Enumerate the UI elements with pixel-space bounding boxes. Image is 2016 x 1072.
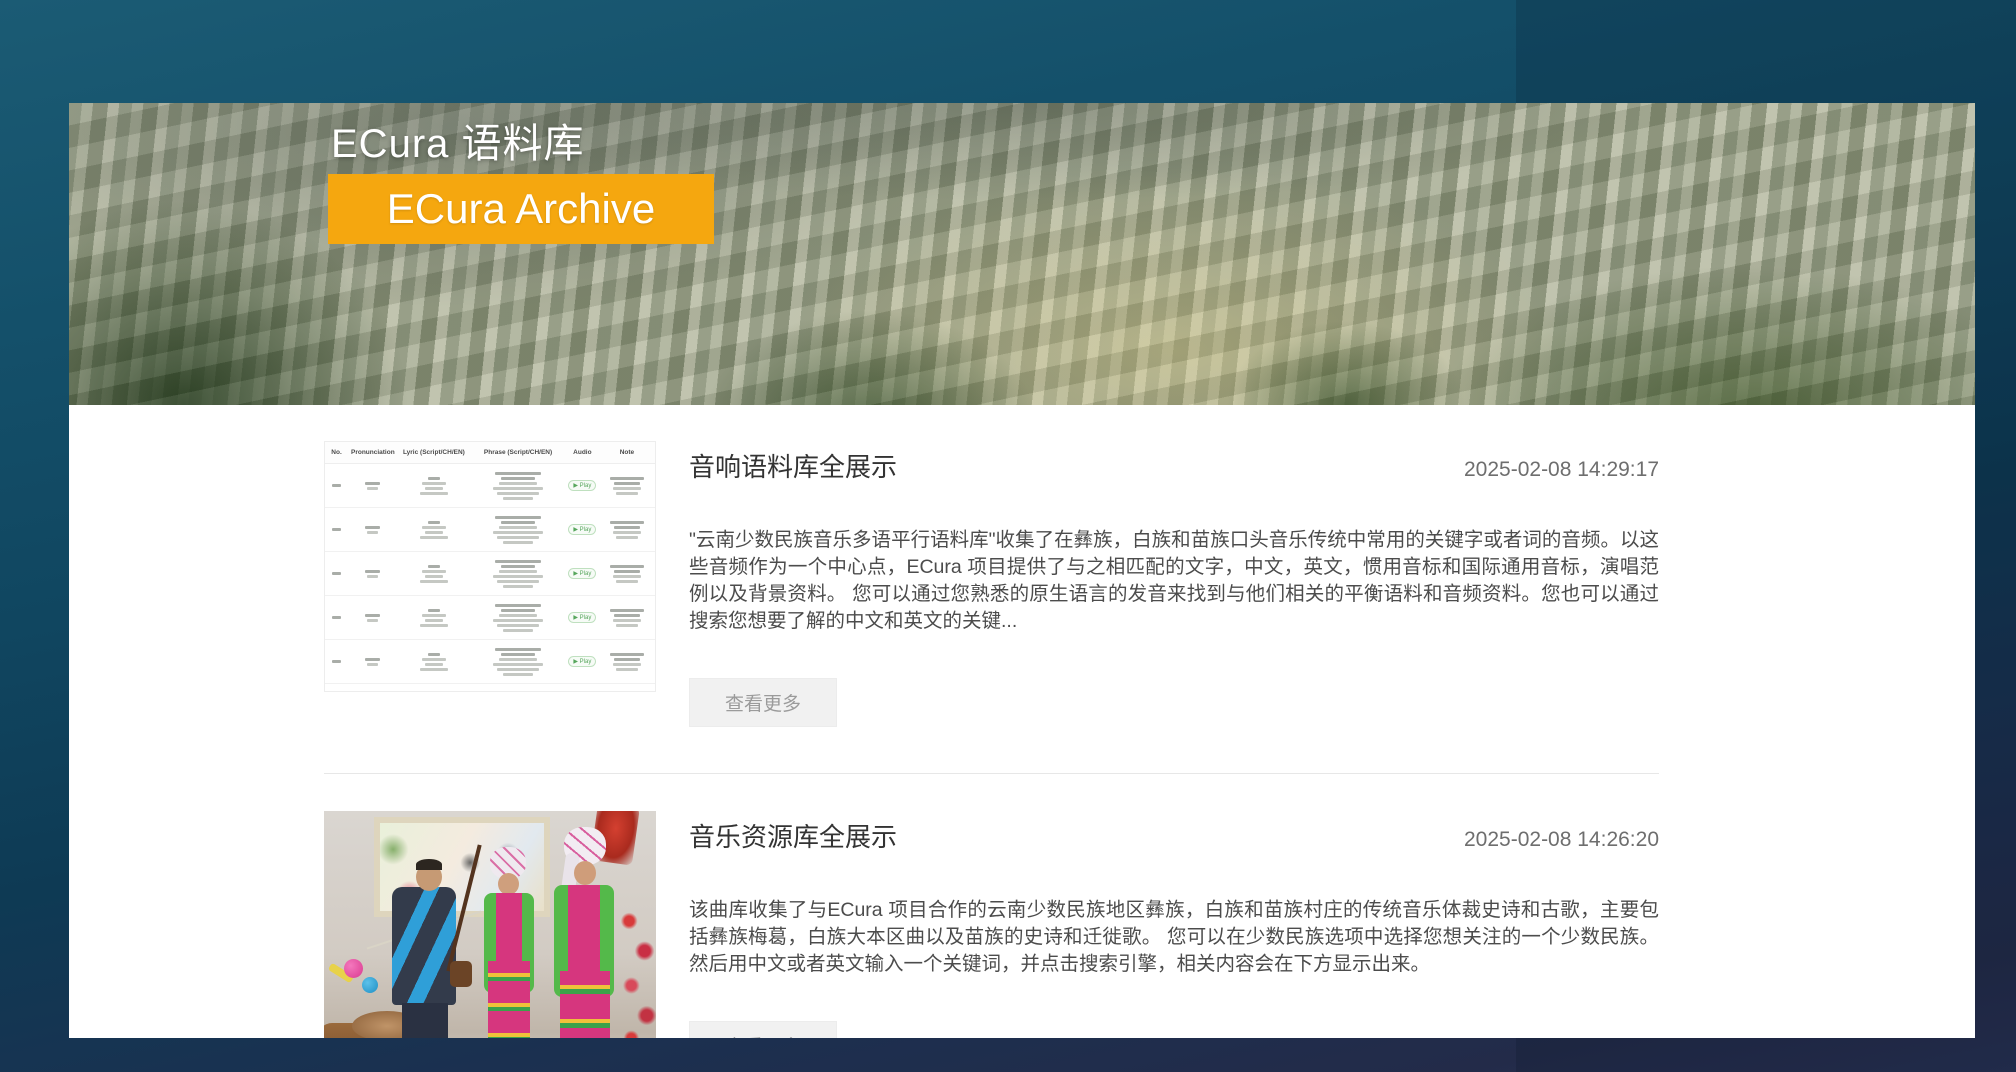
woman2-apron bbox=[560, 971, 610, 1038]
article-text-column: 音乐资源库全展示 2025-02-08 14:26:20 该曲库收集了与ECur… bbox=[689, 811, 1659, 1038]
article-thumbnail-column: No. Pronunciation Lyric (Script/CH/EN) P… bbox=[324, 441, 656, 692]
woman1-face bbox=[498, 873, 519, 895]
table-cell-text-smudge bbox=[398, 519, 471, 541]
play-icon[interactable]: ▶ Play bbox=[568, 656, 596, 667]
play-audio-pill: ▶ Play bbox=[566, 480, 599, 491]
woman2-face bbox=[574, 861, 596, 885]
article-list: No. Pronunciation Lyric (Script/CH/EN) P… bbox=[69, 405, 1659, 1038]
table-cell-text-smudge bbox=[599, 563, 655, 585]
corpus-table-thumbnail[interactable]: No. Pronunciation Lyric (Script/CH/EN) P… bbox=[324, 441, 656, 692]
main-content-card: ECura 语料库 ECura Archive No. Pronunciatio… bbox=[69, 103, 1975, 1038]
play-audio-pill: ▶ Play bbox=[566, 568, 599, 579]
article-title-row: 音响语料库全展示 2025-02-08 14:29:17 bbox=[689, 447, 1659, 484]
table-cell-text-smudge bbox=[599, 651, 655, 673]
corpus-table-row: ▶ Play bbox=[325, 508, 655, 552]
article-title-link[interactable]: 音乐资源库全展示 bbox=[689, 817, 897, 854]
table-cell-text-smudge bbox=[348, 656, 398, 668]
table-cell-text-smudge bbox=[348, 568, 398, 580]
read-more-button[interactable]: 查看更多 bbox=[689, 1021, 837, 1038]
play-audio-pill: ▶ Play bbox=[566, 612, 599, 623]
site-title[interactable]: ECura 语料库 bbox=[331, 111, 585, 169]
article-date: 2025-02-08 14:29:17 bbox=[1464, 458, 1659, 482]
article-divider bbox=[324, 773, 1659, 774]
table-cell-text-smudge bbox=[348, 480, 398, 492]
table-cell-text-smudge bbox=[470, 602, 566, 634]
archive-button[interactable]: ECura Archive bbox=[328, 174, 714, 244]
article-excerpt: "云南少数民族音乐多语平行语料库"收集了在彝族，白族和苗族口头音乐传统中常用的关… bbox=[689, 527, 1659, 635]
col-header-lyric: Lyric (Script/CH/EN) bbox=[398, 442, 471, 463]
article-row-music-library: 音乐资源库全展示 2025-02-08 14:26:20 该曲库收集了与ECur… bbox=[324, 811, 1659, 1038]
table-cell-text-smudge bbox=[470, 470, 566, 502]
table-cell-text-smudge bbox=[398, 651, 471, 673]
table-cell-text-smudge bbox=[398, 475, 471, 497]
table-cell-text-smudge bbox=[325, 658, 348, 665]
man-figure-body bbox=[392, 887, 456, 1005]
blue-pompom bbox=[362, 977, 378, 993]
col-header-no: No. bbox=[325, 442, 348, 463]
table-cell-text-smudge bbox=[398, 563, 471, 585]
table-cell-text-smudge bbox=[348, 524, 398, 536]
man-figure-legs bbox=[402, 1003, 448, 1038]
play-icon[interactable]: ▶ Play bbox=[568, 568, 596, 579]
play-icon[interactable]: ▶ Play bbox=[568, 480, 596, 491]
article-title-link[interactable]: 音响语料库全展示 bbox=[689, 447, 897, 484]
corpus-table-row: ▶ Play bbox=[325, 596, 655, 640]
play-icon[interactable]: ▶ Play bbox=[568, 524, 596, 535]
man-figure-hair bbox=[416, 859, 442, 870]
table-cell-text-smudge bbox=[470, 646, 566, 678]
erhu-instrument-body bbox=[450, 961, 472, 987]
header-banner-terraces-photo: ECura 语料库 ECura Archive bbox=[69, 103, 1975, 405]
article-excerpt: 该曲库收集了与ECura 项目合作的云南少数民族地区彝族，白族和苗族村庄的传统音… bbox=[689, 897, 1659, 978]
play-icon[interactable]: ▶ Play bbox=[568, 612, 596, 623]
table-cell-text-smudge bbox=[470, 558, 566, 590]
musicians-photo-thumbnail[interactable] bbox=[324, 811, 656, 1038]
table-cell-text-smudge bbox=[325, 614, 348, 621]
col-header-note: Note bbox=[599, 442, 655, 463]
table-cell-text-smudge bbox=[325, 570, 348, 577]
corpus-table-row: ▶ Play bbox=[325, 552, 655, 596]
table-cell-text-smudge bbox=[398, 607, 471, 629]
table-cell-text-smudge bbox=[599, 607, 655, 629]
article-row-audio-corpus: No. Pronunciation Lyric (Script/CH/EN) P… bbox=[324, 441, 1659, 727]
table-cell-text-smudge bbox=[348, 612, 398, 624]
article-thumbnail-column bbox=[324, 811, 656, 1038]
play-audio-pill: ▶ Play bbox=[566, 524, 599, 535]
woman1-apron bbox=[488, 961, 530, 1038]
article-title-row: 音乐资源库全展示 2025-02-08 14:26:20 bbox=[689, 817, 1659, 854]
corpus-table-rows: ▶ Play ▶ Play ▶ Play ▶ Play ▶ Play bbox=[325, 464, 655, 684]
corpus-table-row: ▶ Play bbox=[325, 640, 655, 684]
article-text-column: 音响语料库全展示 2025-02-08 14:29:17 "云南少数民族音乐多语… bbox=[689, 441, 1659, 727]
table-cell-text-smudge bbox=[470, 514, 566, 546]
play-audio-pill: ▶ Play bbox=[566, 656, 599, 667]
col-header-audio: Audio bbox=[566, 442, 599, 463]
table-cell-text-smudge bbox=[599, 519, 655, 541]
table-cell-text-smudge bbox=[599, 475, 655, 497]
read-more-button[interactable]: 查看更多 bbox=[689, 678, 837, 727]
col-header-phrase: Phrase (Script/CH/EN) bbox=[470, 442, 566, 463]
red-flowers bbox=[616, 903, 656, 1038]
corpus-table-row: ▶ Play bbox=[325, 464, 655, 508]
col-header-pronunciation: Pronunciation bbox=[348, 442, 398, 463]
article-date: 2025-02-08 14:26:20 bbox=[1464, 828, 1659, 852]
table-cell-text-smudge bbox=[325, 526, 348, 533]
pink-pompom bbox=[344, 959, 363, 978]
corpus-table-header: No. Pronunciation Lyric (Script/CH/EN) P… bbox=[325, 442, 655, 464]
table-cell-text-smudge bbox=[325, 482, 348, 489]
